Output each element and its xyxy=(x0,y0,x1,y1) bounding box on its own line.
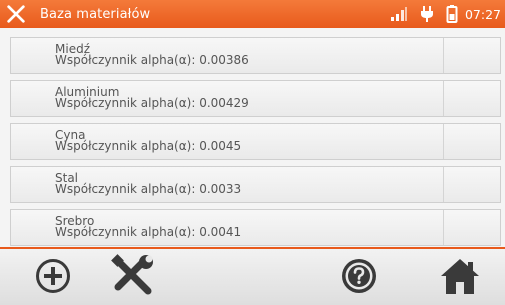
time-display: 07:27 xyxy=(464,6,501,22)
material-row[interactable]: Cyna Współczynnik alpha(α): 0.0045 xyxy=(10,123,501,160)
tools-icon[interactable] xyxy=(110,253,156,299)
page-title: Baza materiałów xyxy=(40,6,151,22)
tools-icon[interactable] xyxy=(5,3,27,25)
material-row[interactable]: Aluminium Współczynnik alpha(α): 0.00429 xyxy=(10,80,501,117)
signal-icon xyxy=(390,7,407,21)
status-area: 07:27 xyxy=(390,0,501,28)
material-coefficient: Współczynnik alpha(α): 0.00386 xyxy=(55,53,249,67)
power-plug-icon xyxy=(420,6,433,22)
row-divider xyxy=(443,81,444,116)
row-divider xyxy=(443,124,444,159)
home-icon[interactable] xyxy=(438,256,482,296)
add-icon[interactable] xyxy=(34,257,72,295)
material-row[interactable]: Stal Współczynnik alpha(α): 0.0033 xyxy=(10,166,501,203)
material-row[interactable]: Miedź Współczynnik alpha(α): 0.00386 xyxy=(10,37,501,74)
material-coefficient: Współczynnik alpha(α): 0.0041 xyxy=(55,225,242,239)
row-divider xyxy=(443,167,444,202)
material-coefficient: Współczynnik alpha(α): 0.0045 xyxy=(55,139,242,153)
battery-icon xyxy=(446,5,458,23)
row-divider xyxy=(443,38,444,73)
title-bar: Baza materiałów 07:27 xyxy=(0,0,505,28)
help-icon[interactable] xyxy=(340,257,378,295)
bottom-toolbar xyxy=(0,249,505,305)
material-coefficient: Współczynnik alpha(α): 0.0033 xyxy=(55,182,242,196)
row-divider xyxy=(443,210,444,245)
material-coefficient: Współczynnik alpha(α): 0.00429 xyxy=(55,96,249,110)
material-row[interactable]: Srebro Współczynnik alpha(α): 0.0041 xyxy=(10,209,501,246)
